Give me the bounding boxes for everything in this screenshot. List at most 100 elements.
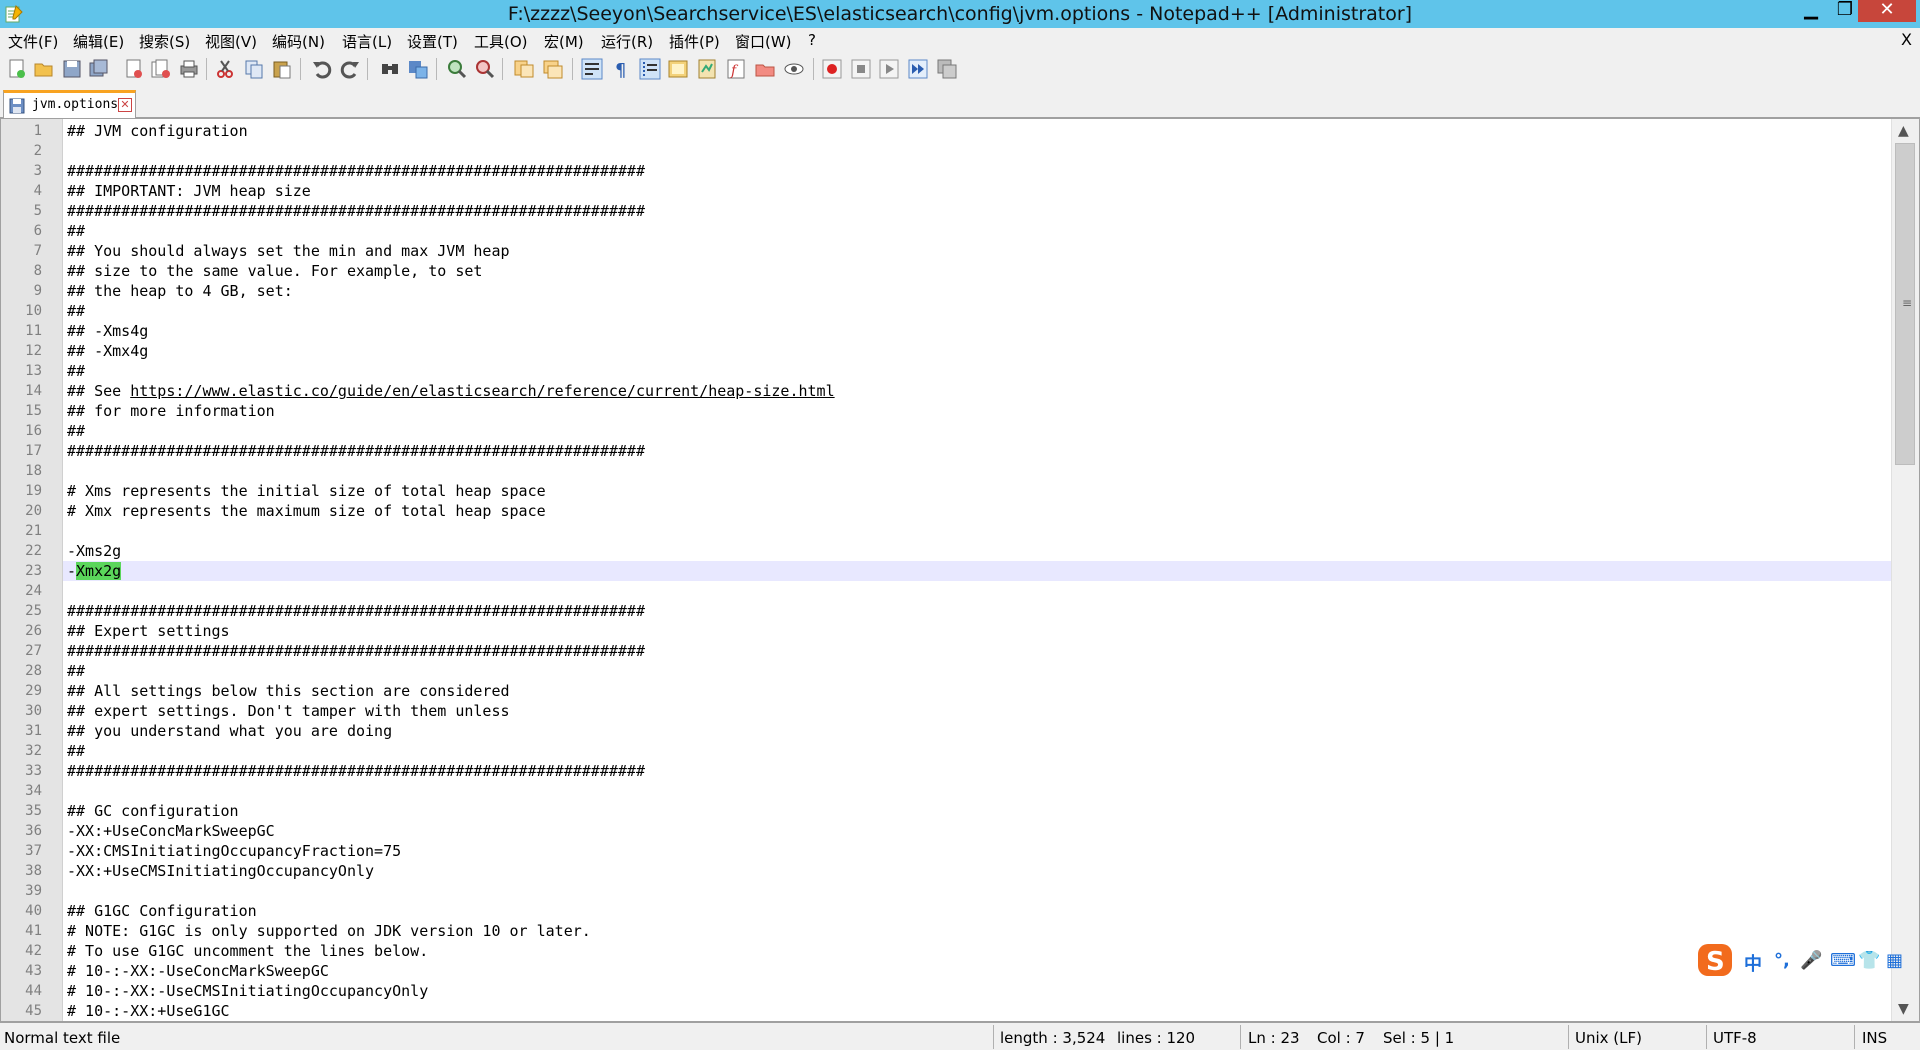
ime-voice-icon[interactable]: 🎤: [1800, 950, 1822, 971]
code-line[interactable]: ## size to the same value. For example, …: [63, 261, 1891, 281]
print-icon[interactable]: [178, 58, 200, 80]
code-line[interactable]: ## You should always set the min and max…: [63, 241, 1891, 261]
user-lang-icon[interactable]: [667, 58, 689, 80]
open-file-icon[interactable]: [33, 58, 55, 80]
code-line[interactable]: ##: [63, 361, 1891, 381]
menu-language[interactable]: 语言(L): [342, 31, 392, 52]
code-line[interactable]: -XX:+UseCMSInitiatingOccupancyOnly: [63, 861, 1891, 881]
folder-workspace-icon[interactable]: [754, 58, 776, 80]
selected-text[interactable]: Xmx2g: [76, 562, 122, 580]
sync-vertical-icon[interactable]: [513, 58, 535, 80]
zoom-in-icon[interactable]: [446, 58, 468, 80]
monitoring-icon[interactable]: [783, 58, 805, 80]
close-document-button[interactable]: X: [1901, 30, 1912, 49]
code-line[interactable]: # 10-:-XX:-UseCMSInitiatingOccupancyOnly: [63, 981, 1891, 1001]
code-line[interactable]: ########################################…: [63, 201, 1891, 221]
code-line[interactable]: # Xmx represents the maximum size of tot…: [63, 501, 1891, 521]
scroll-up-arrow-icon[interactable]: ▲: [1898, 123, 1909, 139]
menu-settings[interactable]: 设置(T): [407, 31, 458, 52]
code-line[interactable]: # Xms represents the initial size of tot…: [63, 481, 1891, 501]
ime-punctuation-icon[interactable]: °,: [1774, 950, 1790, 971]
menu-macro[interactable]: 宏(M): [544, 31, 584, 52]
zoom-out-icon[interactable]: [474, 58, 496, 80]
play-macro-icon[interactable]: [878, 58, 900, 80]
menu-search[interactable]: 搜索(S): [139, 31, 190, 52]
code-line[interactable]: [63, 581, 1891, 601]
code-line[interactable]: ##: [63, 221, 1891, 241]
code-line[interactable]: ## IMPORTANT: JVM heap size: [63, 181, 1891, 201]
close-icon[interactable]: [123, 58, 145, 80]
doc-map-icon[interactable]: [696, 58, 718, 80]
find-icon[interactable]: [379, 58, 401, 80]
code-line[interactable]: ## All settings below this section are c…: [63, 681, 1891, 701]
code-line[interactable]: # 10-:-XX:-UseConcMarkSweepGC: [63, 961, 1891, 981]
editor-pane[interactable]: 1 2 3 4 5 6 7 8 9 10 11 12 13 14 15 16 17 18 19 20 21 22 23 24 2…: [0, 118, 1920, 1022]
code-line[interactable]: ########################################…: [63, 601, 1891, 621]
code-line[interactable]: [63, 461, 1891, 481]
code-line[interactable]: ########################################…: [63, 641, 1891, 661]
menu-encoding[interactable]: 编码(N): [272, 31, 325, 52]
undo-icon[interactable]: [311, 58, 333, 80]
function-list-icon[interactable]: f: [725, 58, 747, 80]
close-all-icon[interactable]: [150, 58, 172, 80]
menu-file[interactable]: 文件(F): [8, 31, 58, 52]
code-line[interactable]: [63, 781, 1891, 801]
minimize-button[interactable]: ▁: [1792, 0, 1830, 22]
ime-skin-icon[interactable]: 👕: [1858, 950, 1880, 971]
sync-horizontal-icon[interactable]: [542, 58, 564, 80]
vertical-scrollbar[interactable]: ▲ ≡ ▼: [1891, 119, 1919, 1021]
show-all-chars-icon[interactable]: ¶: [610, 58, 632, 80]
ime-keyboard-icon[interactable]: ⌨: [1830, 950, 1856, 971]
code-line[interactable]: ########################################…: [63, 761, 1891, 781]
record-macro-icon[interactable]: [821, 58, 843, 80]
ime-toolbox-icon[interactable]: ▦: [1886, 950, 1903, 971]
code-line[interactable]: # To use G1GC uncomment the lines below.: [63, 941, 1891, 961]
code-line[interactable]: ##: [63, 301, 1891, 321]
word-wrap-icon[interactable]: [581, 58, 603, 80]
tab-close-button[interactable]: ✕: [118, 98, 132, 112]
indent-guide-icon[interactable]: [639, 58, 661, 80]
status-eol[interactable]: Unix (LF): [1575, 1029, 1642, 1047]
menu-window[interactable]: 窗口(W): [735, 31, 792, 52]
cut-icon[interactable]: [214, 58, 236, 80]
code-line[interactable]: ## GC configuration: [63, 801, 1891, 821]
run-macro-multiple-icon[interactable]: [907, 58, 929, 80]
code-line[interactable]: -XX:+UseConcMarkSweepGC: [63, 821, 1891, 841]
save-icon[interactable]: [61, 58, 83, 80]
save-all-icon[interactable]: [88, 58, 110, 80]
code-line[interactable]: ## expert settings. Don't tamper with th…: [63, 701, 1891, 721]
code-line[interactable]: ##: [63, 421, 1891, 441]
tab-jvm-options[interactable]: jvm.options ✕: [3, 90, 136, 118]
code-line[interactable]: -XX:CMSInitiatingOccupancyFraction=75: [63, 841, 1891, 861]
sogou-ime-logo-icon[interactable]: S: [1696, 942, 1736, 978]
close-button[interactable]: ✕: [1858, 0, 1916, 22]
code-line[interactable]: ##: [63, 741, 1891, 761]
menu-run[interactable]: 运行(R): [601, 31, 653, 52]
menu-plugins[interactable]: 插件(P): [669, 31, 720, 52]
copy-icon[interactable]: [243, 58, 265, 80]
code-line[interactable]: ########################################…: [63, 441, 1891, 461]
code-line[interactable]: # 10-:-XX:+UseG1GC: [63, 1001, 1891, 1021]
code-line[interactable]: -Xmx2g: [63, 561, 1891, 581]
paste-icon[interactable]: [271, 58, 293, 80]
replace-icon[interactable]: [407, 58, 429, 80]
code-line[interactable]: ## for more information: [63, 401, 1891, 421]
code-line[interactable]: ## -Xms4g: [63, 321, 1891, 341]
save-macro-icon[interactable]: [936, 58, 958, 80]
ime-chinese-mode[interactable]: 中: [1744, 950, 1762, 976]
menu-view[interactable]: 视图(V): [205, 31, 257, 52]
code-line[interactable]: ## the heap to 4 GB, set:: [63, 281, 1891, 301]
code-line[interactable]: -Xms2g: [63, 541, 1891, 561]
menu-help[interactable]: ?: [808, 31, 816, 49]
heap-size-doc-link[interactable]: https://www.elastic.co/guide/en/elastics…: [130, 382, 834, 400]
status-mode[interactable]: INS: [1862, 1029, 1887, 1047]
code-line[interactable]: ## G1GC Configuration: [63, 901, 1891, 921]
menu-edit[interactable]: 编辑(E): [73, 31, 124, 52]
status-encoding[interactable]: UTF-8: [1713, 1029, 1757, 1047]
new-file-icon[interactable]: [6, 58, 28, 80]
code-line[interactable]: ########################################…: [63, 161, 1891, 181]
code-line[interactable]: ## See https://www.elastic.co/guide/en/e…: [63, 381, 1891, 401]
code-line[interactable]: ##: [63, 661, 1891, 681]
code-line[interactable]: ## JVM configuration: [63, 121, 1891, 141]
redo-icon[interactable]: [339, 58, 361, 80]
